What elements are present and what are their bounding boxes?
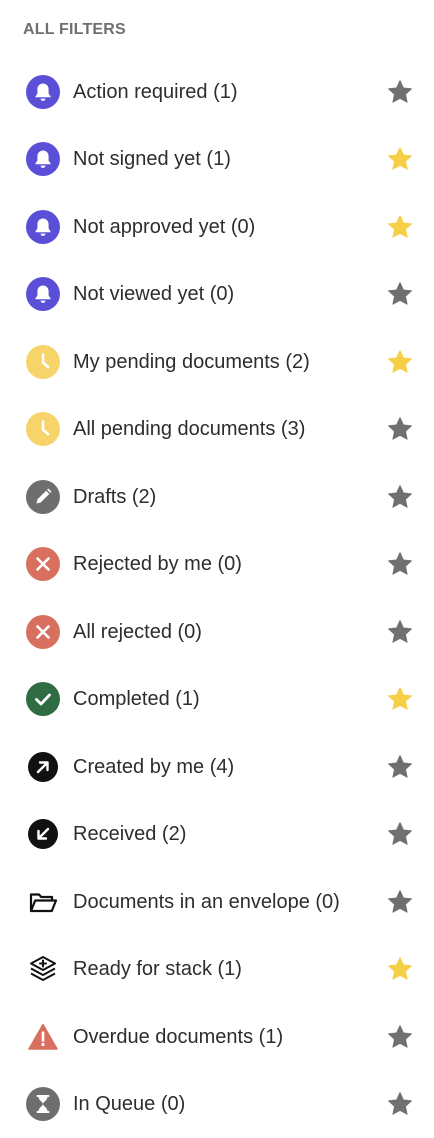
bell-icon xyxy=(25,209,61,245)
star-icon[interactable] xyxy=(385,1022,415,1052)
filter-item[interactable]: Received (2) xyxy=(0,801,434,869)
filter-item-label: All rejected (0) xyxy=(73,620,202,643)
filter-item-label: Overdue documents (1) xyxy=(73,1025,284,1048)
filter-item-label: Rejected by me (0) xyxy=(73,553,242,576)
clock-icon xyxy=(25,411,61,447)
filter-item-label: Drafts (2) xyxy=(73,485,157,508)
filter-item-label: All pending documents (3) xyxy=(73,418,306,441)
filter-item[interactable]: Documents in an envelope (0) xyxy=(0,868,434,936)
star-icon[interactable] xyxy=(385,617,415,647)
stack-icon xyxy=(25,951,61,987)
clock-icon xyxy=(25,344,61,380)
filter-item-label: Action required (1) xyxy=(73,80,238,103)
star-icon[interactable] xyxy=(385,819,415,849)
filter-list: Action required (1) Not signed yet (1) Not… xyxy=(0,58,434,1138)
bell-icon xyxy=(25,74,61,110)
filter-item-label: Not signed yet (1) xyxy=(73,148,231,171)
star-filled-icon[interactable] xyxy=(385,347,415,377)
bell-icon xyxy=(25,141,61,177)
star-filled-icon[interactable] xyxy=(385,144,415,174)
filter-item[interactable]: Rejected by me (0) xyxy=(0,531,434,599)
bell-icon xyxy=(25,276,61,312)
x-circle-icon xyxy=(25,614,61,650)
star-filled-icon[interactable] xyxy=(385,684,415,714)
filters-panel: ALL FILTERS Action required (1) Not signe… xyxy=(0,0,434,1138)
star-icon[interactable] xyxy=(385,549,415,579)
section-title: ALL FILTERS xyxy=(23,21,126,38)
filter-item-label: Not approved yet (0) xyxy=(73,215,256,238)
star-icon[interactable] xyxy=(385,77,415,107)
star-filled-icon[interactable] xyxy=(385,212,415,242)
filter-item[interactable]: My pending documents (2) xyxy=(0,328,434,396)
filter-item[interactable]: Ready for stack (1) xyxy=(0,936,434,1004)
filter-item[interactable]: Overdue documents (1) xyxy=(0,1003,434,1071)
arrow-down-left-icon xyxy=(25,816,61,852)
filter-item[interactable]: Completed (1) xyxy=(0,666,434,734)
filter-item[interactable]: Action required (1) xyxy=(0,58,434,126)
filter-item[interactable]: Not viewed yet (0) xyxy=(0,261,434,329)
filter-item[interactable]: Not approved yet (0) xyxy=(0,193,434,261)
filter-item-label: In Queue (0) xyxy=(73,1093,186,1116)
pencil-icon xyxy=(25,479,61,515)
star-icon[interactable] xyxy=(385,752,415,782)
filter-item[interactable]: In Queue (0) xyxy=(0,1071,434,1138)
folder-open-icon xyxy=(25,884,61,920)
filter-item-label: Documents in an envelope (0) xyxy=(73,890,340,913)
warning-icon xyxy=(25,1019,61,1055)
filter-item[interactable]: Created by me (4) xyxy=(0,733,434,801)
arrow-up-right-icon xyxy=(25,749,61,785)
star-icon[interactable] xyxy=(385,482,415,512)
filter-item[interactable]: All rejected (0) xyxy=(0,598,434,666)
filter-item-label: Created by me (4) xyxy=(73,755,235,778)
star-filled-icon[interactable] xyxy=(385,954,415,984)
star-icon[interactable] xyxy=(385,414,415,444)
filter-item-label: Ready for stack (1) xyxy=(73,958,242,981)
x-circle-icon xyxy=(25,546,61,582)
hourglass-icon xyxy=(25,1086,61,1122)
filter-item[interactable]: Not signed yet (1) xyxy=(0,126,434,194)
filter-item[interactable]: All pending documents (3) xyxy=(0,396,434,464)
filter-item[interactable]: Drafts (2) xyxy=(0,463,434,531)
filter-item-label: Received (2) xyxy=(73,823,187,846)
check-circle-icon xyxy=(25,681,61,717)
star-icon[interactable] xyxy=(385,887,415,917)
filter-item-label: Not viewed yet (0) xyxy=(73,283,235,306)
filter-item-label: Completed (1) xyxy=(73,688,200,711)
filter-item-label: My pending documents (2) xyxy=(73,350,310,373)
star-icon[interactable] xyxy=(385,1089,415,1119)
star-icon[interactable] xyxy=(385,279,415,309)
